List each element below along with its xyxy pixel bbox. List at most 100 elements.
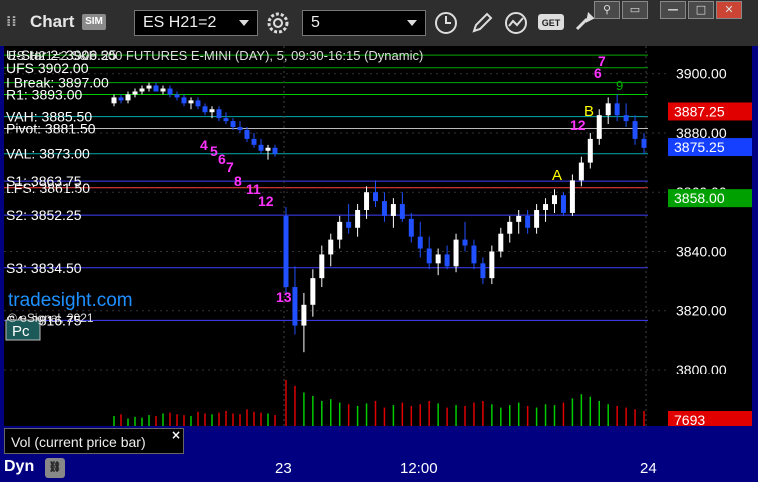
- dyn-label[interactable]: Dyn: [4, 458, 44, 480]
- candle-body: [258, 144, 264, 151]
- candle-body: [188, 100, 194, 104]
- candle-body: [578, 162, 584, 181]
- candle-body: [292, 287, 298, 326]
- candle-body: [534, 210, 540, 228]
- candle-body: [480, 263, 486, 279]
- pencil-icon[interactable]: [468, 10, 496, 36]
- candle-body: [223, 118, 229, 122]
- candle-body: [525, 215, 531, 228]
- window-title: Chart: [30, 12, 75, 31]
- symbol-value: ES H21=2: [143, 14, 217, 31]
- count-label-green: 9: [616, 78, 623, 93]
- price-chart-pane[interactable]: U-Star 2: 3906.25 UFS 3902.00 I Break: 389…: [4, 46, 668, 374]
- interval-combo[interactable]: 5: [302, 10, 426, 36]
- candle-body: [167, 88, 173, 95]
- candle-body: [283, 215, 289, 288]
- interval-value: 5: [311, 14, 320, 31]
- candle-body: [632, 121, 638, 139]
- minimize-icon[interactable]: —: [660, 1, 686, 19]
- candle-body: [390, 204, 396, 216]
- candle-body: [132, 91, 138, 95]
- gear-icon[interactable]: [264, 10, 292, 36]
- candle-body: [319, 254, 325, 279]
- candle-body: [244, 130, 250, 139]
- candle-body: [181, 97, 187, 104]
- count-label: 7: [226, 159, 234, 175]
- price-tick: 3820.00: [676, 303, 727, 319]
- symbol-combo[interactable]: ES H21=2: [134, 10, 258, 36]
- level-label: Pivot: 3881.50: [6, 121, 96, 137]
- candle-body: [111, 97, 117, 104]
- chart-header: ES H21=2 S&P 500 FUTURES E-MINI (DAY), 5…: [8, 48, 423, 63]
- candle-body: [118, 97, 124, 101]
- candle-body: [265, 147, 271, 151]
- candle-body: [596, 115, 602, 139]
- drag-grip-icon[interactable]: ⁞⁞: [6, 14, 20, 32]
- candle-body: [174, 94, 180, 98]
- candle-body: [337, 221, 343, 240]
- candle-body: [399, 204, 405, 219]
- level-label: VAL: 3873.00: [6, 146, 90, 162]
- candle-body: [453, 239, 459, 267]
- count-label: 5: [210, 143, 218, 159]
- candle-body: [462, 239, 468, 246]
- watermark: tradesight.com: [8, 290, 133, 311]
- sim-badge: SIM: [82, 14, 106, 30]
- candle-body: [516, 215, 522, 222]
- title-bar: ⁞⁞ Chart SIM ES H21=2 5 GET ⚲ ▭ — □ ✕: [0, 0, 758, 46]
- candle-body: [310, 278, 316, 305]
- volume-pane[interactable]: [4, 374, 668, 426]
- candle-body: [560, 195, 566, 213]
- get-data-icon[interactable]: GET: [536, 10, 566, 36]
- price-badge-green: 3858.00: [674, 190, 725, 206]
- level-label: S3: 3834.50: [6, 260, 82, 276]
- candle-body: [125, 94, 131, 101]
- price-badge-red: 3887.25: [674, 103, 725, 119]
- candle-body: [146, 85, 152, 89]
- time-tick-noon: 12:00: [400, 460, 438, 477]
- volume-value: 7693: [674, 412, 705, 426]
- candle-body: [202, 106, 208, 113]
- volume-svg: [113, 374, 647, 426]
- close-icon[interactable]: ✕: [716, 1, 742, 19]
- candle-body: [139, 88, 145, 92]
- volume-close-icon[interactable]: ×: [171, 428, 181, 442]
- clock-icon[interactable]: [432, 10, 460, 36]
- candle-body: [153, 85, 159, 92]
- a-marker: A: [552, 167, 562, 184]
- candle-body: [614, 103, 620, 116]
- candle-body: [355, 210, 361, 228]
- price-axis-svg: 3900.003880.003860.003840.003820.003800.…: [668, 66, 752, 378]
- price-tick: 3900.00: [676, 66, 727, 82]
- candle-body: [216, 109, 222, 119]
- candle-body: [498, 233, 504, 252]
- pc-box: [6, 320, 40, 340]
- restore-icon[interactable]: ▭: [622, 1, 648, 19]
- candle-body: [364, 192, 370, 210]
- candle-body: [346, 221, 352, 228]
- chevron-down-icon: [239, 20, 249, 26]
- maximize-icon[interactable]: □: [688, 1, 714, 19]
- candle-body: [160, 88, 166, 92]
- candle-body: [237, 127, 243, 130]
- candle-body: [373, 192, 378, 202]
- count-label: 12: [258, 193, 274, 209]
- candle-body: [272, 147, 278, 154]
- count-label: 13: [276, 289, 292, 305]
- candle-body: [641, 138, 647, 148]
- candle-body: [209, 109, 215, 113]
- level-label: S2: 3852.25: [6, 207, 82, 223]
- candle-body: [408, 218, 414, 237]
- study-icon[interactable]: [502, 10, 530, 36]
- candle-body: [251, 138, 257, 145]
- candle-body: [543, 204, 549, 210]
- candle-body: [381, 201, 387, 216]
- candle-body: [230, 121, 236, 128]
- candle-body: [435, 254, 441, 264]
- count-label: 4: [200, 137, 208, 153]
- link-icon[interactable]: ⚲: [594, 1, 620, 19]
- link-chain-icon[interactable]: ⛓: [45, 458, 65, 478]
- candle-body: [569, 180, 575, 213]
- candle-body: [426, 248, 432, 264]
- volume-label-box[interactable]: Vol (current price bar): [4, 428, 184, 454]
